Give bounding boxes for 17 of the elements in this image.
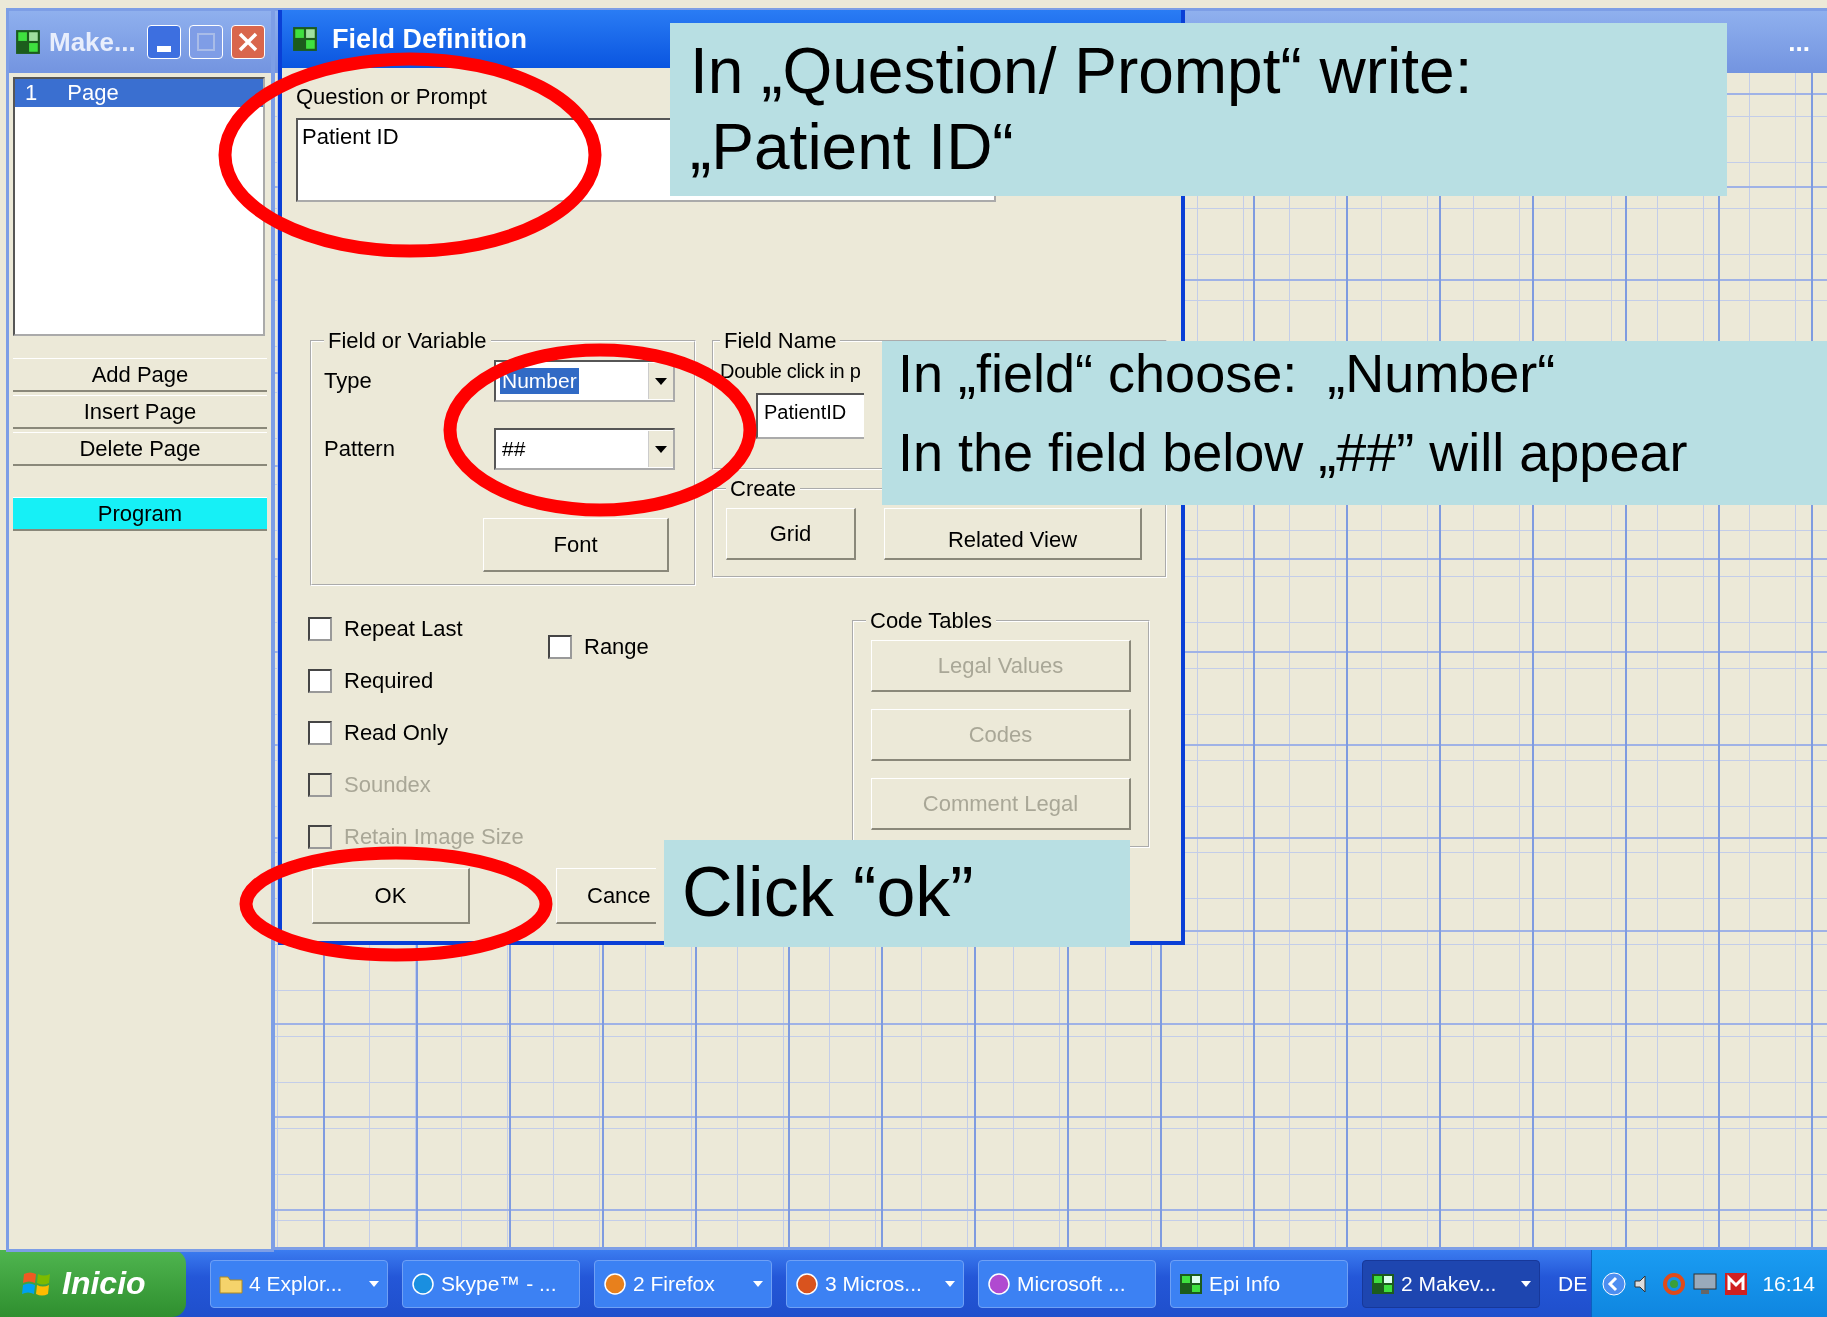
window-title: Make... (49, 26, 137, 58)
group-label: Create (729, 476, 798, 502)
language-indicator: DE (1558, 1271, 1588, 1296)
hint-text: Double click in p (720, 360, 861, 383)
prompt-label: Question or Prompt (296, 84, 487, 110)
window-title: ... (1788, 26, 1810, 58)
callout-text: Click “ok” (682, 852, 975, 933)
group-label: Field Name (723, 328, 838, 354)
dialog-title: Field Definition (332, 23, 527, 55)
clock-text: 16:14 (1762, 1271, 1815, 1296)
callout-text: In the field below „##” will appear (898, 423, 1689, 481)
group-label: Field or Variable (327, 328, 488, 354)
type-label: Type (324, 368, 373, 394)
callout-text: In „Question/ Prompt“ write: (690, 34, 1474, 109)
group-label: Code Tables (869, 608, 993, 634)
pattern-label: Pattern (324, 436, 396, 462)
callout-text: In „field“ choose: „Number“ (898, 345, 1557, 402)
